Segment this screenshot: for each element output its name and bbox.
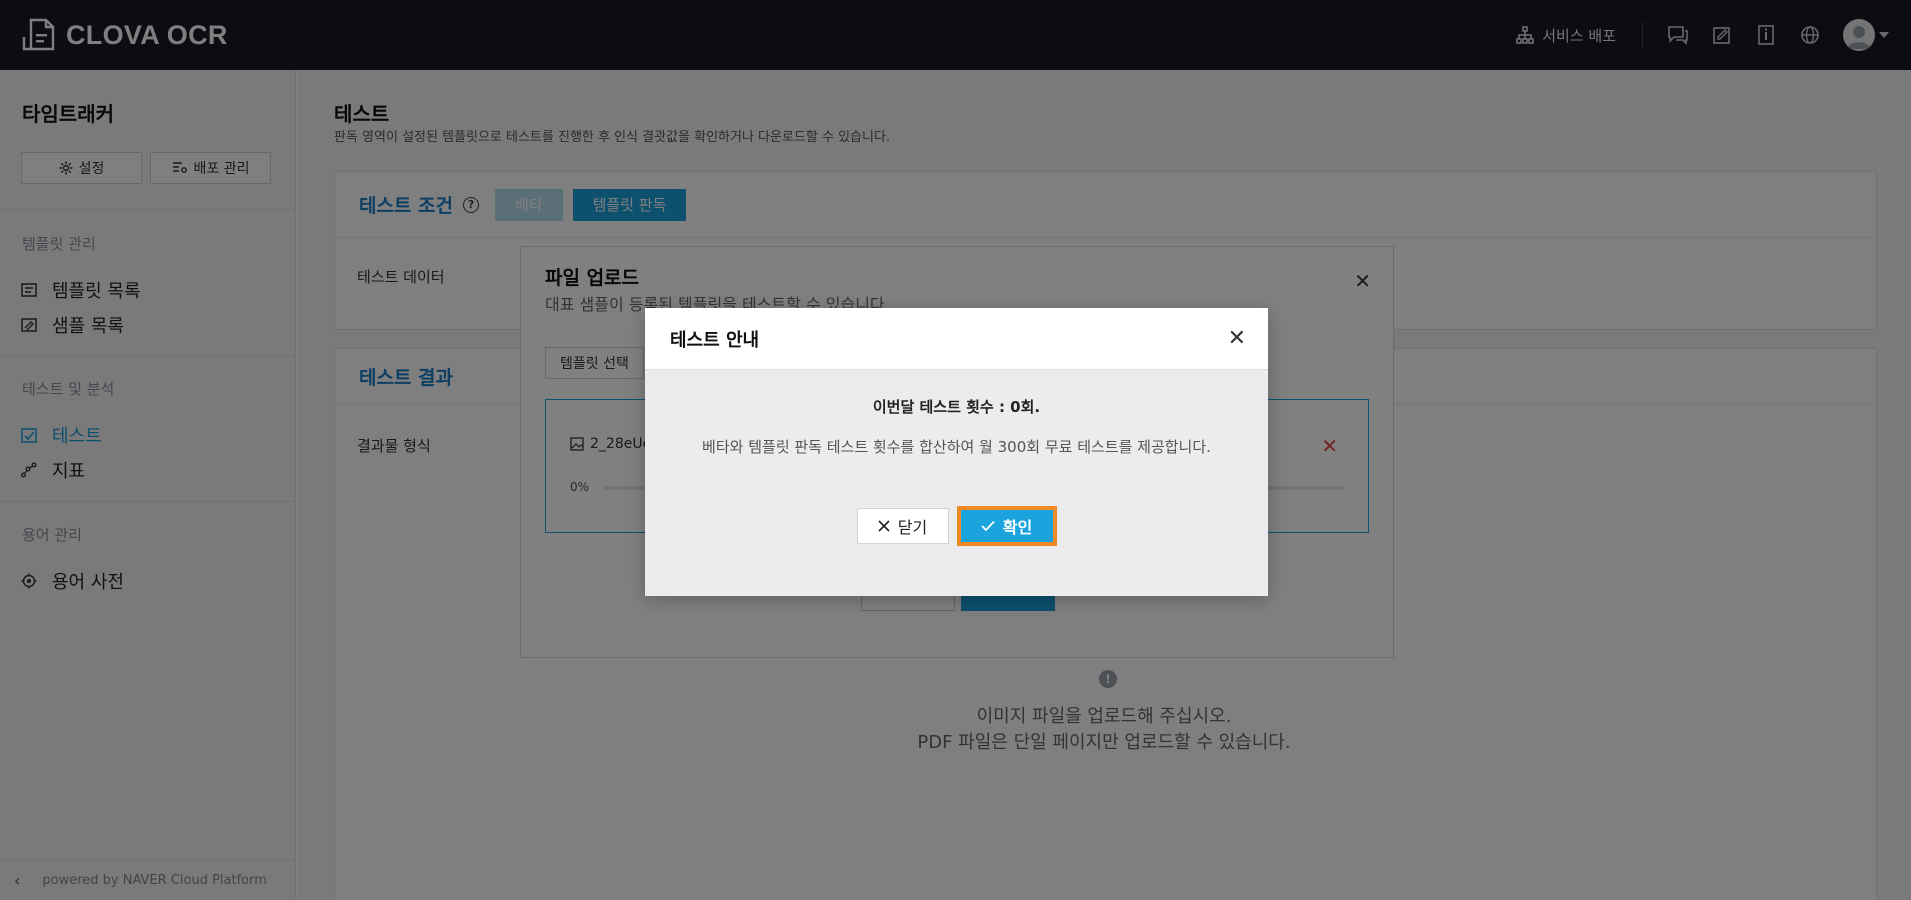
remove-file-icon[interactable]: ✕ (1321, 434, 1338, 458)
close-icon (878, 520, 890, 532)
monthly-test-count: 이번달 테스트 횟수 : 0회. (872, 398, 1041, 416)
modal-header: 테스트 안내 ✕ (645, 308, 1268, 370)
close-button[interactable]: 닫기 (856, 508, 949, 544)
template-select-button[interactable]: 템플릿 선택 (545, 347, 644, 379)
upload-progress-text: 0% (570, 480, 590, 494)
close-icon[interactable]: ✕ (1354, 269, 1371, 293)
file-name: 2_28eUc (590, 436, 651, 452)
modal-buttons: 닫기 확인 (645, 506, 1268, 546)
image-file-icon (570, 437, 584, 451)
confirm-button-label: 확인 (1002, 518, 1033, 537)
modal-title: 테스트 안내 (670, 329, 760, 351)
check-icon (981, 520, 995, 532)
confirm-button[interactable]: 확인 (956, 506, 1057, 546)
upload-dialog-title: 파일 업로드 (545, 267, 640, 289)
test-notice-modal: 테스트 안내 ✕ 이번달 테스트 횟수 : 0회. 베타와 템플릿 판독 테스트… (645, 308, 1268, 596)
free-test-notice: 베타와 템플릿 판독 테스트 횟수를 합산하여 월 300회 무료 테스트를 제… (702, 438, 1211, 456)
close-icon[interactable]: ✕ (1228, 326, 1246, 351)
file-entry: 2_28eUc (570, 436, 650, 452)
close-button-label: 닫기 (897, 518, 928, 537)
